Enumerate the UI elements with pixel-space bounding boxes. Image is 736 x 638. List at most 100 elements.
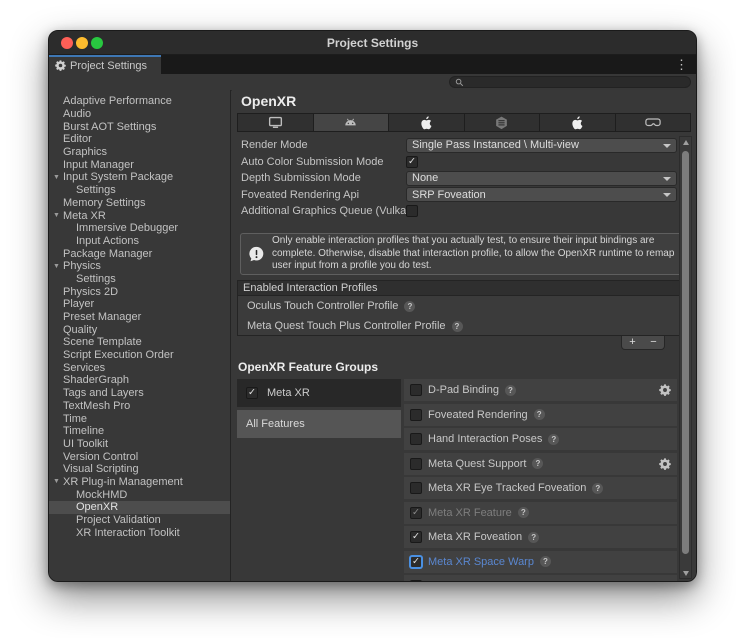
feature-row-hand-interaction-poses[interactable]: Hand Interaction Poses? [404,428,677,450]
setting-dropdown-depth-submission-mode[interactable]: None [406,171,677,186]
sidebar-item-shadergraph[interactable]: ShaderGraph [49,374,230,387]
feature-row-meta-xr-space-warp[interactable]: ✓Meta XR Space Warp? [404,551,677,573]
platform-tab-monitor-0[interactable] [238,114,314,131]
sidebar-item-scene-template[interactable]: Scene Template [49,336,230,349]
sidebar-item-mockhmd[interactable]: MockHMD [49,488,230,501]
sidebar-item-xr-plug-in-management[interactable]: ▼XR Plug-in Management [49,476,230,489]
scrollbar-thumb[interactable] [682,151,689,554]
sidebar-item-audio[interactable]: Audio [49,108,230,121]
sidebar-item-textmesh-pro[interactable]: TextMesh Pro [49,400,230,413]
help-icon[interactable]: ? [528,532,539,543]
checkbox[interactable]: ✓ [246,387,258,399]
help-icon[interactable]: ? [404,301,415,312]
close-button[interactable] [61,37,73,49]
help-icon[interactable]: ? [534,409,545,420]
sidebar-item-script-execution-order[interactable]: Script Execution Order [49,349,230,362]
help-icon[interactable]: ? [505,385,516,396]
feature-group-meta-xr[interactable]: ✓Meta XR [237,379,401,407]
setting-dropdown-foveated-rendering-api[interactable]: SRP Foveation [406,187,677,202]
sidebar-item-memory-settings[interactable]: Memory Settings [49,197,230,210]
expander-triangle-icon[interactable]: ▼ [53,174,60,181]
sidebar-item-input-actions[interactable]: Input Actions [49,235,230,248]
checkbox[interactable]: ✓ [410,531,422,543]
feature-row-partial[interactable] [404,575,677,581]
feature-row-meta-xr-feature[interactable]: ✓Meta XR Feature? [404,502,677,524]
sidebar-item-editor[interactable]: Editor [49,133,230,146]
platform-tab-embedded-chip-3[interactable] [465,114,541,131]
sidebar-item-timeline[interactable]: Timeline [49,425,230,438]
sidebar-item-xr-interaction-toolkit[interactable]: XR Interaction Toolkit [49,526,230,539]
titlebar[interactable]: Project Settings [49,31,696,55]
platform-tab-vr-goggles-5[interactable] [616,114,691,131]
help-icon[interactable]: ? [532,458,543,469]
sidebar-item-input-manager[interactable]: Input Manager [49,158,230,171]
interaction-profile-meta-quest-touch-plus-controller-profile[interactable]: Meta Quest Touch Plus Controller Profile… [238,316,690,336]
sidebar-item-burst-aot-settings[interactable]: Burst AOT Settings [49,120,230,133]
all-features-item[interactable]: All Features [237,410,401,438]
sidebar-item-immersive-debugger[interactable]: Immersive Debugger [49,222,230,235]
platform-tab-apple-2[interactable] [389,114,465,131]
expander-triangle-icon[interactable]: ▼ [53,478,60,485]
search-input[interactable] [449,76,691,88]
tab-project-settings[interactable]: Project Settings [49,55,161,74]
interaction-profile-oculus-touch-controller-profile[interactable]: Oculus Touch Controller Profile? [238,296,690,316]
sidebar-item-preset-manager[interactable]: Preset Manager [49,311,230,324]
zoom-button[interactable] [91,37,103,49]
checkbox[interactable] [406,205,418,217]
sidebar-item-services[interactable]: Services [49,361,230,374]
feature-row-meta-xr-eye-tracked-foveation[interactable]: Meta XR Eye Tracked Foveation? [404,477,677,499]
sidebar-item-openxr[interactable]: OpenXR [49,501,230,514]
sidebar-item-adaptive-performance[interactable]: Adaptive Performance [49,95,230,108]
add-profile-button[interactable]: + [622,336,643,349]
sidebar-item-project-validation[interactable]: Project Validation [49,514,230,527]
scroll-down-button[interactable] [680,567,691,578]
remove-profile-button[interactable]: − [643,336,664,349]
sidebar-item-player[interactable]: Player [49,298,230,311]
setting-dropdown-render-mode[interactable]: Single Pass Instanced \ Multi-view [406,138,677,153]
platform-tab-apple-4[interactable] [540,114,616,131]
checkbox[interactable]: ✓ [410,507,422,519]
sidebar-item-time[interactable]: Time [49,412,230,425]
minimize-button[interactable] [76,37,88,49]
gear-icon [55,60,66,71]
feature-row-meta-xr-foveation[interactable]: ✓Meta XR Foveation? [404,526,677,548]
sidebar-item-input-system-package[interactable]: ▼Input System Package [49,171,230,184]
checkbox[interactable] [410,580,422,581]
feature-settings-gear-icon[interactable] [659,384,671,396]
scroll-up-button[interactable] [680,137,691,148]
sidebar-item-tags-and-layers[interactable]: Tags and Layers [49,387,230,400]
help-icon[interactable]: ? [518,507,529,518]
feature-settings-gear-icon[interactable] [659,458,671,470]
sidebar-item-physics-2d[interactable]: Physics 2D [49,285,230,298]
checkbox[interactable] [410,482,422,494]
help-icon[interactable]: ? [592,483,603,494]
checkbox[interactable] [410,433,422,445]
sidebar-item-settings[interactable]: Settings [49,273,230,286]
help-icon[interactable]: ? [548,434,559,445]
checkbox[interactable] [410,458,422,470]
sidebar-item-package-manager[interactable]: Package Manager [49,247,230,260]
feature-row-foveated-rendering[interactable]: Foveated Rendering? [404,404,677,426]
sidebar-item-graphics[interactable]: Graphics [49,146,230,159]
sidebar-item-quality[interactable]: Quality [49,323,230,336]
help-icon[interactable]: ? [452,321,463,332]
checkbox[interactable] [410,384,422,396]
checkbox[interactable]: ✓ [406,156,418,168]
sidebar-item-version-control[interactable]: Version Control [49,450,230,463]
kebab-menu-icon[interactable]: ⋮ [675,56,688,73]
expander-triangle-icon[interactable]: ▼ [53,212,60,219]
feature-row-meta-quest-support[interactable]: Meta Quest Support? [404,453,677,475]
checkbox[interactable] [410,409,422,421]
sidebar-item-visual-scripting[interactable]: Visual Scripting [49,463,230,476]
vertical-scrollbar[interactable] [679,136,692,579]
sidebar-item-label: XR Interaction Toolkit [76,527,180,539]
sidebar-item-settings[interactable]: Settings [49,184,230,197]
sidebar-item-ui-toolkit[interactable]: UI Toolkit [49,438,230,451]
help-icon[interactable]: ? [540,556,551,567]
expander-triangle-icon[interactable]: ▼ [53,263,60,270]
sidebar-item-meta-xr[interactable]: ▼Meta XR [49,209,230,222]
feature-row-d-pad-binding[interactable]: D-Pad Binding? [404,379,677,401]
sidebar-item-physics[interactable]: ▼Physics [49,260,230,273]
platform-tab-android-1[interactable] [314,114,390,131]
checkbox[interactable]: ✓ [410,556,422,568]
